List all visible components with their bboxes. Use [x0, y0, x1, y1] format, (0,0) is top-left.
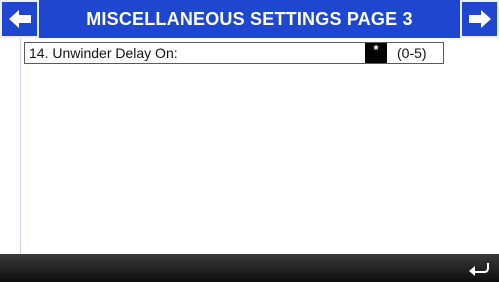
title-bar: MISCELLANEOUS SETTINGS PAGE 3: [0, 0, 499, 38]
setting-row-unwinder-delay-on: 14. Unwinder Delay On: * (0-5): [24, 42, 444, 64]
setting-value-field[interactable]: *: [365, 43, 387, 63]
previous-page-button[interactable]: [0, 0, 39, 38]
arrow-left-icon: [8, 10, 31, 28]
next-page-button[interactable]: [460, 0, 499, 38]
setting-label: 14. Unwinder Delay On:: [29, 45, 178, 61]
setting-range: (0-5): [397, 45, 427, 61]
divider: [20, 38, 21, 254]
return-icon: [469, 263, 489, 276]
arrow-right-icon: [468, 10, 491, 28]
bottom-bar: [0, 254, 499, 282]
page-title: MISCELLANEOUS SETTINGS PAGE 3: [86, 9, 413, 29]
screen: MISCELLANEOUS SETTINGS PAGE 3 14. Unwind…: [0, 0, 499, 282]
return-button[interactable]: [465, 257, 493, 279]
